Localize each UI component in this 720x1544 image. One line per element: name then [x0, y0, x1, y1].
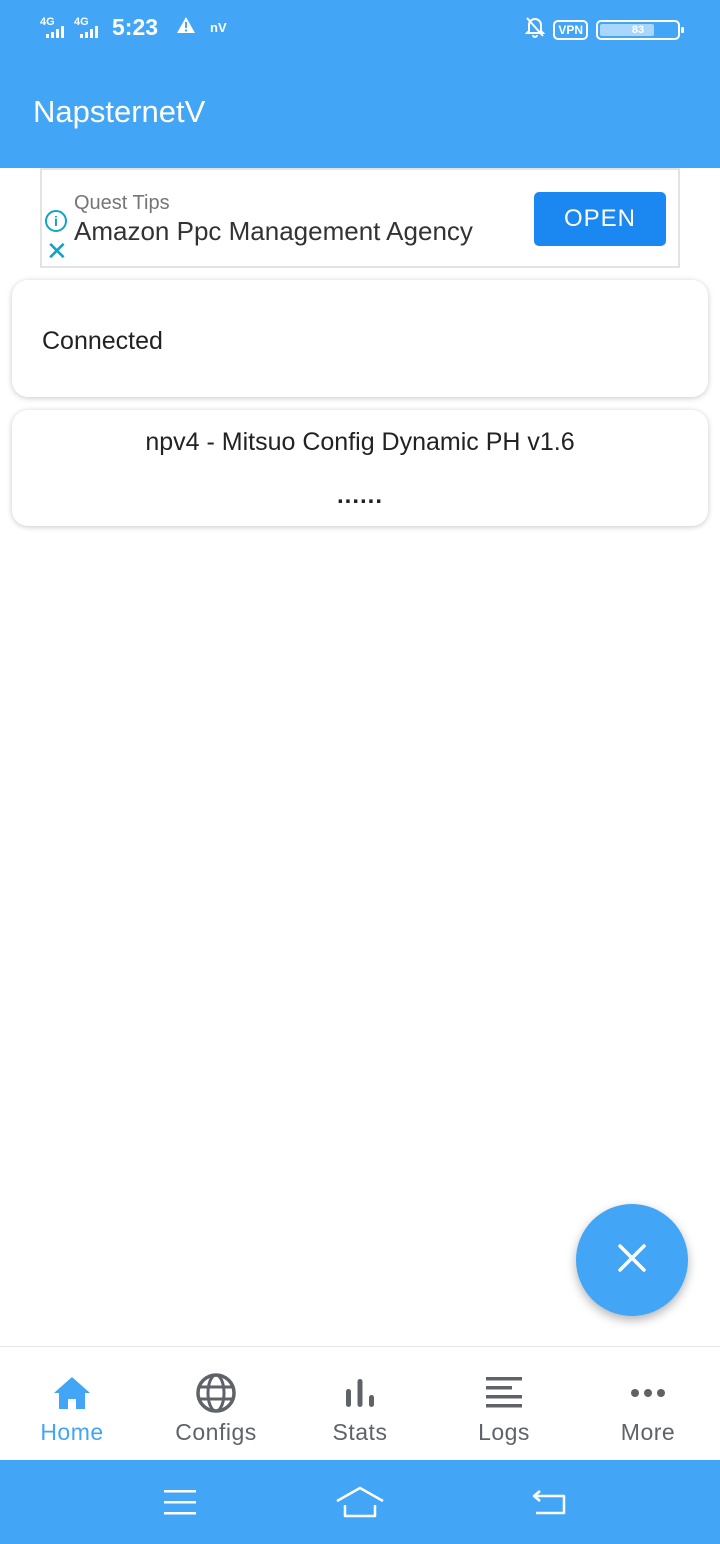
nav-label: Logs: [478, 1419, 530, 1445]
home-system-icon[interactable]: [335, 1480, 385, 1524]
nav-item-logs[interactable]: Logs: [432, 1347, 576, 1461]
ad-open-button[interactable]: OPEN: [534, 192, 666, 246]
nav-label: Stats: [332, 1419, 388, 1445]
connection-status-card: Connected: [12, 280, 708, 397]
nav-label: Configs: [175, 1419, 257, 1445]
nav-item-home[interactable]: Home: [0, 1347, 144, 1461]
app-title: NapsternetV: [33, 94, 206, 129]
warning-icon: [176, 16, 196, 40]
nav-item-stats[interactable]: Stats: [288, 1347, 432, 1461]
system-navigation-bar: [0, 1460, 720, 1544]
back-icon[interactable]: [525, 1480, 575, 1524]
more-horizontal-icon: [626, 1371, 670, 1415]
ad-banner[interactable]: i ✕ Quest Tips Amazon Ppc Management Age…: [40, 168, 680, 268]
nav-label: More: [620, 1419, 676, 1445]
nav-label: Home: [40, 1419, 104, 1445]
bar-chart-icon: [338, 1371, 382, 1415]
battery-icon: 83: [596, 19, 684, 40]
bottom-navigation: Home Configs Stats Logs More: [0, 1346, 720, 1460]
ad-headline[interactable]: Amazon Ppc Management Agency: [74, 216, 473, 247]
app-header: 4G 4G 5:23 nV VPN 83 NapsternetV: [0, 0, 720, 168]
close-icon[interactable]: ✕: [46, 238, 68, 264]
home-icon: [50, 1371, 94, 1415]
info-icon[interactable]: i: [45, 210, 67, 232]
close-icon: [616, 1242, 648, 1279]
status-time: 5:23: [112, 14, 159, 40]
config-card[interactable]: npv4 - Mitsuo Config Dynamic PH v1.6 ...…: [12, 410, 708, 526]
connection-status: Connected: [42, 327, 163, 355]
menu-icon[interactable]: [155, 1480, 205, 1524]
config-detail: ......: [336, 482, 383, 509]
disconnect-button[interactable]: [576, 1204, 688, 1316]
nav-item-configs[interactable]: Configs: [144, 1347, 288, 1461]
bell-off-icon: [524, 16, 546, 43]
sim2-signal-icon: 4G: [74, 17, 98, 38]
ad-source: Quest Tips: [74, 192, 170, 214]
app-notification-icon: nV: [210, 20, 227, 35]
sim1-signal-icon: 4G: [40, 17, 64, 38]
vpn-indicator: VPN: [553, 19, 588, 40]
battery-level: 83: [631, 23, 645, 36]
status-bar-right: VPN 83: [524, 16, 684, 43]
status-bar-left: 4G 4G 5:23 nV: [40, 14, 227, 41]
status-bar: 4G 4G 5:23 nV VPN 83: [0, 0, 720, 56]
config-name: npv4 - Mitsuo Config Dynamic PH v1.6: [145, 428, 575, 456]
globe-icon: [194, 1371, 238, 1415]
list-icon: [482, 1371, 526, 1415]
nav-item-more[interactable]: More: [576, 1347, 720, 1461]
